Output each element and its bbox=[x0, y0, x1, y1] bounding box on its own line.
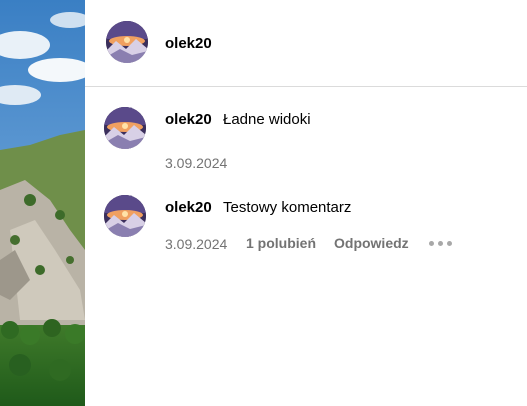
dot bbox=[438, 240, 443, 246]
more-options-icon[interactable] bbox=[429, 238, 452, 248]
commenter-avatar[interactable] bbox=[104, 195, 146, 237]
author-avatar[interactable] bbox=[106, 21, 148, 63]
likes-count-button[interactable]: 1 polubień bbox=[246, 235, 316, 251]
post-image bbox=[0, 0, 85, 406]
comment-text: Ładne widoki bbox=[223, 111, 311, 128]
dot bbox=[447, 240, 452, 246]
comment-username[interactable]: olek20 bbox=[165, 111, 212, 128]
author-username[interactable]: olek20 bbox=[165, 35, 212, 52]
comment-date: 3.09.2024 bbox=[165, 236, 228, 252]
comments-panel: olek20 olek20 Ładne widoki 3.09.2024 ole… bbox=[85, 0, 527, 406]
comment-username[interactable]: olek20 bbox=[165, 199, 212, 216]
post-header: olek20 bbox=[85, 0, 527, 87]
comment-date: 3.09.2024 bbox=[165, 155, 228, 171]
reply-button[interactable]: Odpowiedz bbox=[334, 235, 409, 251]
comment-text: Testowy komentarz bbox=[223, 199, 352, 216]
dot bbox=[429, 240, 434, 246]
commenter-avatar[interactable] bbox=[104, 107, 146, 149]
